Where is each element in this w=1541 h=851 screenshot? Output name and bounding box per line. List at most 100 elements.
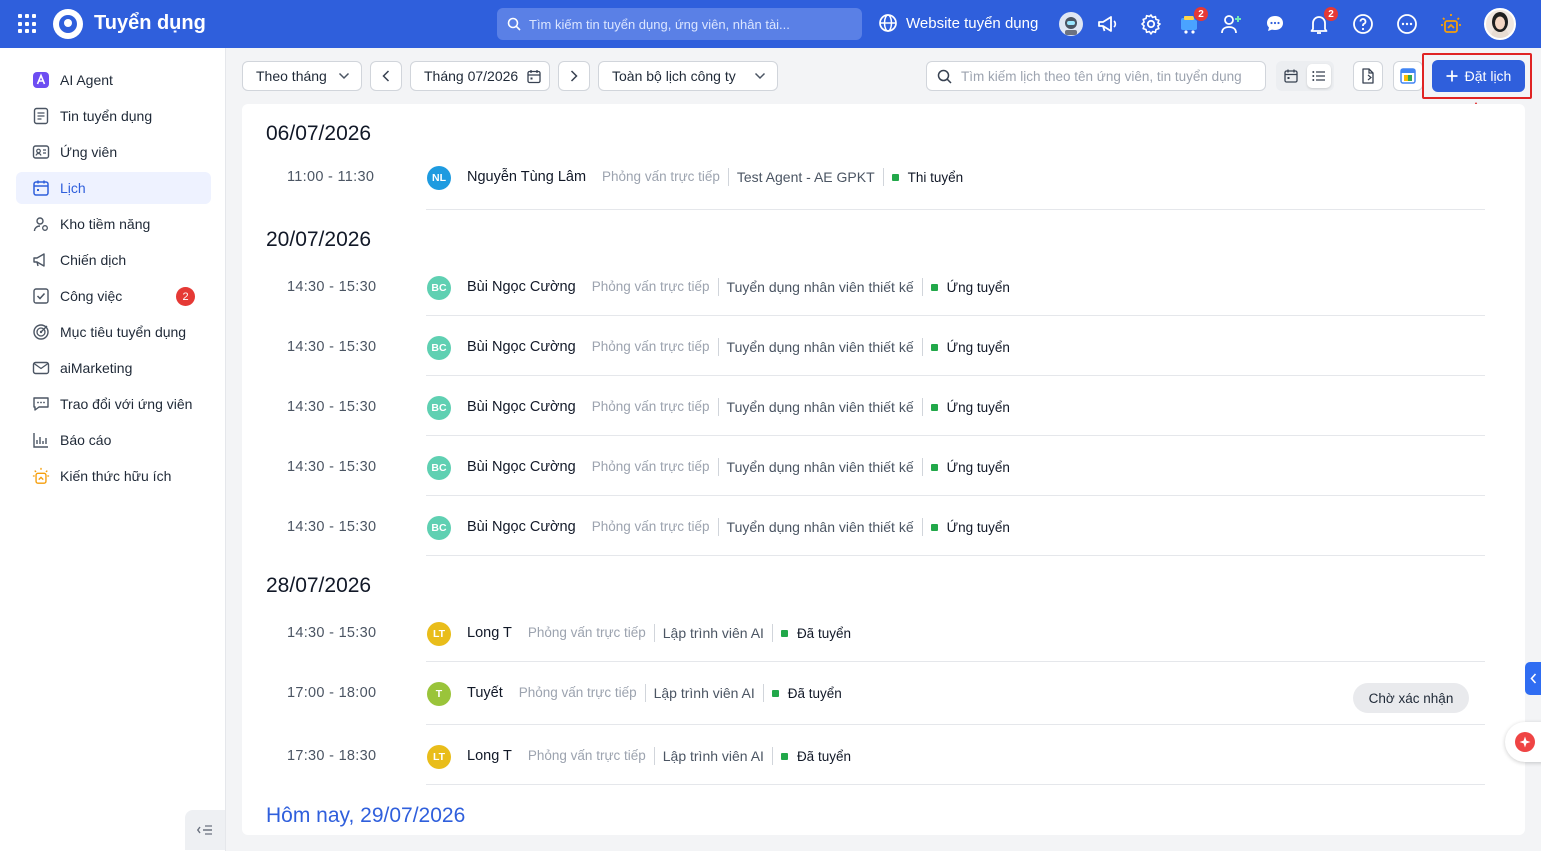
interview-type: Phỏng vấn trực tiếp: [592, 278, 719, 296]
candidate-name[interactable]: Bùi Ngọc Cường: [467, 399, 576, 415]
notification-bell-icon[interactable]: 2: [1307, 6, 1339, 36]
highlight-box: [1422, 53, 1532, 99]
job-title: Lập trình viên AI: [663, 624, 773, 642]
schedule-event[interactable]: 14:30 - 15:30 LT Long T Phỏng vấn trực t…: [242, 602, 1525, 662]
job-title: Test Agent - AE GPKT: [737, 168, 884, 186]
app-grid-icon[interactable]: [18, 14, 38, 34]
pending-confirmation-badge[interactable]: Chờ xác nhận: [1353, 683, 1469, 713]
website-link[interactable]: Website tuyển dụng: [878, 13, 1038, 33]
ai-robot-icon[interactable]: [1059, 12, 1083, 36]
user-avatar[interactable]: [1484, 8, 1516, 40]
calendar-icon: [32, 179, 50, 197]
candidate-name[interactable]: Nguyễn Tùng Lâm: [467, 169, 586, 185]
sidebar-item-label: Ứng viên: [60, 144, 118, 160]
sidebar-item-label: Chiến dịch: [60, 252, 127, 268]
global-search-placeholder: Tìm kiếm tin tuyển dụng, ứng viên, nhân …: [529, 16, 790, 32]
job-title: Tuyển dụng nhân viên thiết kế: [727, 278, 923, 296]
candidate-name[interactable]: Long T: [467, 748, 512, 764]
view-mode-select[interactable]: Theo tháng: [242, 61, 362, 91]
event-time: 14:30 - 15:30: [287, 279, 377, 295]
interview-type: Phỏng vấn trực tiếp: [592, 338, 719, 356]
month-picker[interactable]: Tháng 07/2026: [410, 61, 550, 91]
interview-type: Phỏng vấn trực tiếp: [528, 747, 655, 765]
cart-icon[interactable]: 2: [1177, 6, 1209, 36]
settings-gear-icon[interactable]: [1139, 12, 1163, 36]
sidebar-item-calendar[interactable]: Lịch: [16, 172, 211, 204]
view-mode-value: Theo tháng: [256, 68, 327, 84]
sidebar-item-knowledge[interactable]: Kiến thức hữu ích: [16, 460, 211, 492]
status-label: Ứng tuyển: [931, 460, 1010, 475]
help-icon[interactable]: [1351, 12, 1375, 36]
sidebar-item-job-posts[interactable]: Tin tuyển dụng: [16, 100, 211, 132]
sidebar-item-tasks[interactable]: Công việc 2: [16, 280, 211, 312]
more-options-icon[interactable]: [1395, 12, 1419, 36]
sidebar-item-candidate-chat[interactable]: Trao đổi với ứng viên: [16, 388, 211, 420]
candidate-name[interactable]: Long T: [467, 625, 512, 641]
schedule-event[interactable]: 11:00 - 11:30 NL Nguyễn Tùng Lâm Phỏng v…: [242, 156, 1525, 210]
add-user-icon[interactable]: [1219, 12, 1243, 36]
date-heading: 28/07/2026: [266, 574, 372, 597]
candidate-name[interactable]: Tuyết: [467, 685, 503, 701]
report-icon: [32, 431, 50, 449]
collapse-sidebar-button[interactable]: [185, 810, 225, 850]
sidebar-item-label: Trao đổi với ứng viên: [60, 396, 193, 412]
sidebar-item-label: Kho tiềm năng: [60, 216, 151, 232]
sidebar-item-candidates[interactable]: Ứng viên: [16, 136, 211, 168]
event-time: 14:30 - 15:30: [287, 399, 377, 415]
candidate-icon: [32, 143, 50, 161]
export-file-button[interactable]: [1353, 61, 1383, 91]
calendar-scope-select[interactable]: Toàn bộ lịch công ty: [598, 61, 778, 91]
schedule-event[interactable]: 17:00 - 18:00 T Tuyết Phỏng vấn trực tiế…: [242, 662, 1525, 725]
sparkle-icon: [1515, 732, 1535, 752]
expand-panel-tab[interactable]: [1525, 662, 1541, 695]
schedule-event[interactable]: 17:30 - 18:30 LT Long T Phỏng vấn trực t…: [242, 725, 1525, 785]
megaphone-icon[interactable]: [1095, 12, 1119, 36]
sidebar-item-reports[interactable]: Báo cáo: [16, 424, 211, 456]
tasks-badge: 2: [176, 287, 195, 306]
talent-pool-icon: [32, 215, 50, 233]
google-calendar-button[interactable]: [1393, 61, 1423, 91]
next-month-button[interactable]: [558, 61, 590, 91]
candidate-avatar: BC: [427, 456, 451, 480]
cart-badge: 2: [1193, 6, 1209, 22]
schedule-event[interactable]: 14:30 - 15:30 BC Bùi Ngọc Cường Phỏng vấ…: [242, 256, 1525, 316]
task-icon: [32, 287, 50, 305]
top-bar: Tuyển dụng Tìm kiếm tin tuyển dụng, ứng …: [0, 0, 1541, 48]
sidebar-item-recruitment-goals[interactable]: Mục tiêu tuyển dụng: [16, 316, 211, 348]
floating-assistant-button[interactable]: [1505, 722, 1541, 762]
collapse-icon: [197, 825, 212, 835]
sidebar-item-label: AI Agent: [60, 72, 113, 88]
job-title: Tuyển dụng nhân viên thiết kế: [727, 338, 923, 356]
sidebar-item-aimarketing[interactable]: aiMarketing: [16, 352, 211, 384]
event-time: 14:30 - 15:30: [287, 339, 377, 355]
sidebar-item-ai-agent[interactable]: AI Agent: [16, 64, 211, 96]
global-search-input[interactable]: Tìm kiếm tin tuyển dụng, ứng viên, nhân …: [497, 8, 862, 40]
schedule-event[interactable]: 14:30 - 15:30 BC Bùi Ngọc Cường Phỏng vấ…: [242, 436, 1525, 496]
candidate-name[interactable]: Bùi Ngọc Cường: [467, 339, 576, 355]
calendar-view-button[interactable]: [1279, 64, 1303, 88]
status-label: Thi tuyển: [892, 170, 964, 185]
candidate-name[interactable]: Bùi Ngọc Cường: [467, 279, 576, 295]
sidebar-item-talent-pool[interactable]: Kho tiềm năng: [16, 208, 211, 240]
interview-type: Phỏng vấn trực tiếp: [592, 398, 719, 416]
campaign-icon: [32, 251, 50, 269]
schedule-list-panel: 06/07/2026 11:00 - 11:30 NL Nguyễn Tùng …: [242, 104, 1525, 835]
chat-bubble-icon[interactable]: [1263, 12, 1287, 36]
lightbulb-icon[interactable]: [1439, 12, 1463, 36]
sidebar-item-campaigns[interactable]: Chiến dịch: [16, 244, 211, 276]
prev-month-button[interactable]: [370, 61, 402, 91]
row-divider: [426, 209, 1485, 210]
list-view-button[interactable]: [1307, 64, 1331, 88]
schedule-event[interactable]: 14:30 - 15:30 BC Bùi Ngọc Cường Phỏng vấ…: [242, 496, 1525, 556]
job-title: Lập trình viên AI: [654, 684, 764, 702]
event-time: 11:00 - 11:30: [287, 169, 375, 185]
schedule-search-input[interactable]: Tìm kiếm lịch theo tên ứng viên, tin tuy…: [926, 61, 1266, 91]
schedule-event[interactable]: 14:30 - 15:30 BC Bùi Ngọc Cường Phỏng vấ…: [242, 376, 1525, 436]
candidate-name[interactable]: Bùi Ngọc Cường: [467, 519, 576, 535]
interview-type: Phỏng vấn trực tiếp: [519, 684, 646, 702]
event-time: 14:30 - 15:30: [287, 459, 377, 475]
calendar-icon: [527, 70, 541, 84]
month-value: Tháng 07/2026: [424, 68, 519, 84]
schedule-event[interactable]: 14:30 - 15:30 BC Bùi Ngọc Cường Phỏng vấ…: [242, 316, 1525, 376]
candidate-name[interactable]: Bùi Ngọc Cường: [467, 459, 576, 475]
